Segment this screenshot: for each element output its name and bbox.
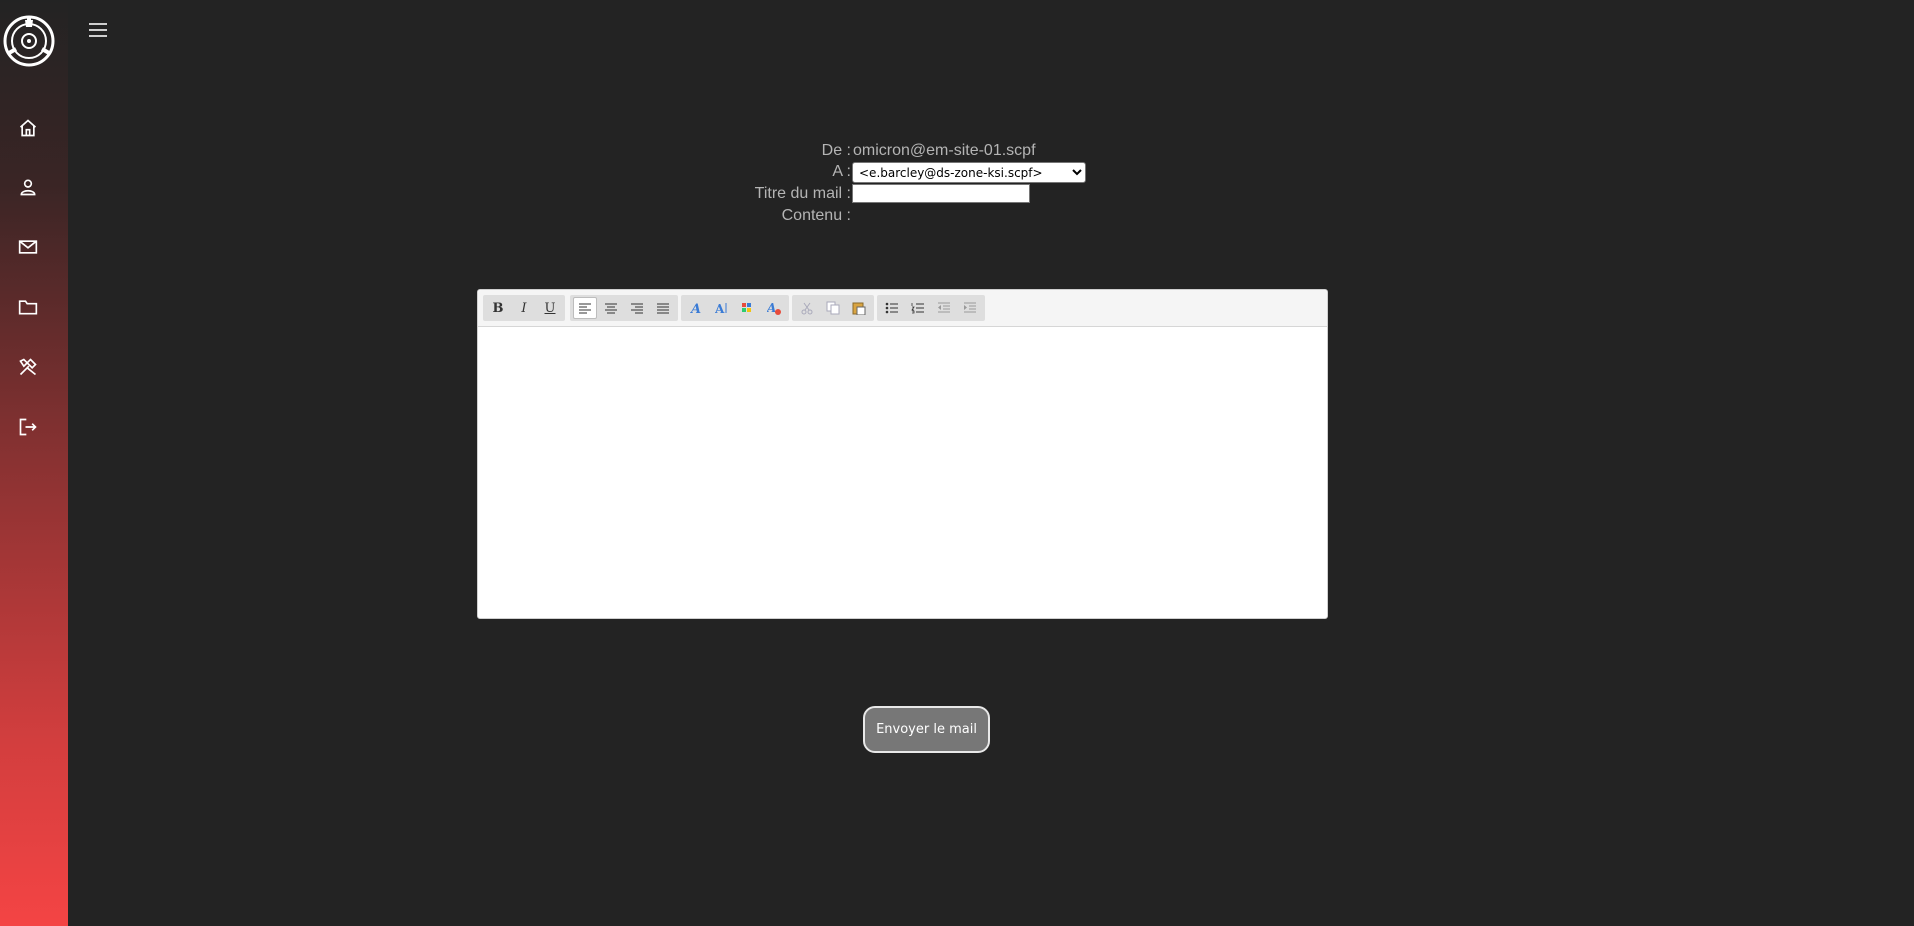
underline-button[interactable]: U — [538, 297, 562, 319]
from-label: De : — [821, 142, 851, 159]
toolbar-group-clipboard — [792, 295, 874, 321]
font-size-button[interactable]: A — [710, 297, 734, 319]
align-left-button[interactable] — [573, 297, 597, 319]
svg-text:A: A — [715, 302, 725, 315]
sidebar — [0, 0, 68, 926]
svg-text:A: A — [767, 301, 776, 315]
justify-icon — [657, 303, 669, 314]
justify-button[interactable] — [651, 297, 675, 319]
align-left-icon — [579, 303, 591, 314]
remove-format-icon: A — [767, 301, 781, 315]
logout-icon — [19, 418, 37, 436]
sidebar-item-files[interactable] — [12, 291, 44, 323]
italic-button[interactable]: I — [512, 297, 536, 319]
toolbar-group-lists — [877, 295, 985, 321]
sidebar-item-mail[interactable] — [12, 231, 44, 263]
toolbar-group-align — [570, 295, 678, 321]
sidebar-item-logout[interactable] — [12, 411, 44, 443]
mail-icon — [18, 240, 38, 254]
toolbar-group-format: B I U — [483, 295, 565, 321]
menu-toggle-button[interactable] — [86, 18, 110, 42]
align-center-icon — [605, 303, 617, 314]
svg-text:A: A — [689, 302, 701, 315]
numbered-list-button[interactable] — [906, 297, 930, 319]
indent-icon — [964, 302, 976, 313]
align-right-icon — [631, 303, 643, 314]
align-right-button[interactable] — [625, 297, 649, 319]
paste-button[interactable] — [847, 297, 871, 319]
recipient-select[interactable]: <e.barcley@ds-zone-ksi.scpf> — [852, 162, 1086, 183]
indent-button[interactable] — [958, 297, 982, 319]
toolbar-group-style: A A A — [681, 295, 789, 321]
copy-icon — [826, 301, 840, 315]
bullet-list-icon — [885, 302, 898, 314]
sidebar-item-home[interactable] — [12, 112, 44, 144]
home-icon — [19, 119, 37, 137]
editor-content-area[interactable] — [478, 327, 1327, 631]
bold-button[interactable]: B — [486, 297, 510, 319]
bullet-list-button[interactable] — [880, 297, 904, 319]
sidebar-item-profile[interactable] — [12, 171, 44, 203]
tools-icon — [19, 358, 37, 376]
subject-input[interactable] — [852, 184, 1030, 203]
to-label: A : — [832, 163, 851, 180]
text-color-icon — [742, 303, 751, 312]
send-mail-button[interactable]: Envoyer le mail — [863, 706, 990, 753]
folder-icon — [18, 300, 38, 315]
align-center-button[interactable] — [599, 297, 623, 319]
rich-text-editor: B I U A A A — [477, 289, 1328, 619]
paste-icon — [852, 302, 866, 315]
subject-label: Titre du mail : — [754, 185, 851, 202]
cut-button[interactable] — [795, 297, 819, 319]
from-value: omicron@em-site-01.scpf — [853, 142, 1036, 159]
numbered-list-icon — [911, 303, 924, 314]
cut-icon — [801, 302, 813, 315]
sidebar-item-tools[interactable] — [12, 351, 44, 383]
outdent-icon — [938, 302, 950, 313]
remove-format-button[interactable]: A — [762, 297, 786, 319]
text-color-button[interactable] — [736, 297, 760, 319]
hamburger-icon — [89, 23, 107, 37]
editor-toolbar: B I U A A A — [478, 290, 1327, 327]
font-size-icon: A — [715, 302, 727, 315]
font-family-icon: A — [689, 302, 701, 315]
outdent-button[interactable] — [932, 297, 956, 319]
font-family-button[interactable]: A — [684, 297, 708, 319]
user-icon — [20, 179, 36, 196]
scp-foundation-logo[interactable] — [3, 15, 55, 67]
content-label: Contenu : — [781, 207, 851, 224]
copy-button[interactable] — [821, 297, 845, 319]
